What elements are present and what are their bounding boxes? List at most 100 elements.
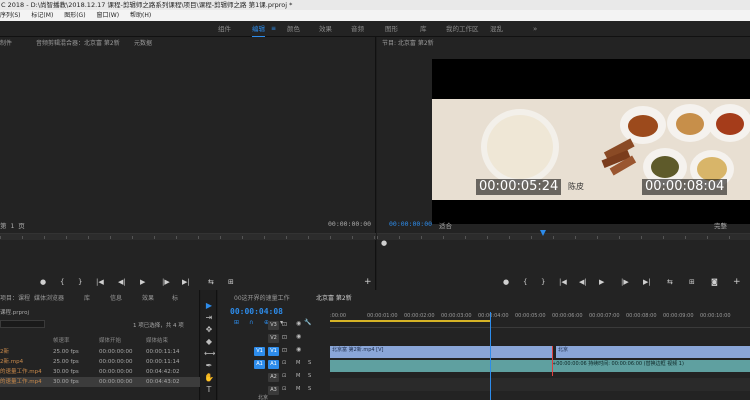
workspace-menu-icon[interactable]: ≡ bbox=[271, 21, 276, 37]
tab-metadata[interactable]: 元数据 bbox=[134, 37, 152, 51]
track-mute-button[interactable]: M bbox=[296, 386, 300, 392]
a2-track-lane[interactable] bbox=[330, 378, 750, 391]
export-frame-icon-program[interactable]: ◙ bbox=[711, 276, 718, 288]
track-lock-icon[interactable]: ⊡ bbox=[282, 321, 287, 328]
slip-tool-icon[interactable]: ⟷ bbox=[204, 349, 215, 359]
program-scrubber[interactable] bbox=[377, 233, 750, 240]
workspace-overflow-icon[interactable]: » bbox=[533, 21, 537, 37]
mark-in-icon-program[interactable]: { bbox=[523, 276, 527, 288]
workspace-effects[interactable]: 效果 bbox=[319, 21, 332, 37]
project-row[interactable]: 的速量工作.mp4 30.00 fps 00:00:00:00 00:04:43:02 bbox=[0, 377, 200, 387]
step-forward-icon-source[interactable]: |▶ bbox=[162, 276, 170, 288]
track-target-v3[interactable]: V3 bbox=[268, 321, 279, 330]
track-lock-icon[interactable]: ⊡ bbox=[282, 347, 287, 354]
play-icon-source[interactable]: ▶ bbox=[140, 276, 145, 288]
track-target-a3[interactable]: A3 bbox=[268, 386, 279, 395]
workspace-assembly[interactable]: 组件 bbox=[218, 21, 231, 37]
track-lock-icon[interactable]: ⊡ bbox=[282, 360, 286, 366]
menu-marker[interactable]: 标记(M) bbox=[31, 10, 53, 21]
tab-project[interactable]: 项目：课程 bbox=[0, 292, 30, 306]
playhead-line[interactable] bbox=[490, 312, 491, 400]
track-eye-icon[interactable]: ◉ bbox=[296, 346, 301, 353]
menu-sequence[interactable]: 序列(S) bbox=[0, 10, 21, 21]
menu-graphics[interactable]: 图形(G) bbox=[64, 10, 85, 21]
pen-tool-icon[interactable]: ✒ bbox=[204, 361, 214, 371]
overwrite-icon-source[interactable]: ⊞ bbox=[228, 276, 234, 288]
play-icon-program[interactable]: ▶ bbox=[599, 276, 604, 288]
ripple-edit-tool-icon[interactable]: ✥ bbox=[204, 325, 214, 335]
razor-tool-icon[interactable]: ◆ bbox=[204, 337, 214, 347]
tab-info[interactable]: 信息 bbox=[110, 292, 122, 306]
video-clip-left[interactable]: 北京富 第2新.mp4 [V] bbox=[330, 346, 552, 358]
tab-sequence-1[interactable]: 00这开界的速量工作 bbox=[234, 292, 290, 306]
workspace-editing[interactable]: 编辑 bbox=[252, 21, 265, 37]
track-select-tool-icon[interactable]: ⇥ bbox=[204, 313, 214, 323]
track-target-a1[interactable]: A1 bbox=[268, 360, 279, 369]
track-solo-button[interactable]: S bbox=[308, 386, 311, 392]
menu-help[interactable]: 帮助(H) bbox=[130, 10, 151, 21]
go-to-in-icon-program[interactable]: |◀ bbox=[559, 276, 567, 288]
video-clip-right[interactable]: 北京 bbox=[556, 346, 750, 358]
source-fit-label[interactable]: 第 1 页 bbox=[0, 220, 25, 230]
track-solo-button[interactable]: S bbox=[308, 360, 311, 366]
tab-markers[interactable]: 标 bbox=[172, 292, 178, 306]
track-eye-icon[interactable]: ◉ bbox=[296, 333, 301, 340]
go-to-out-icon-program[interactable]: ▶| bbox=[643, 276, 651, 288]
workspace-misc[interactable]: 混乱 bbox=[490, 21, 503, 37]
work-area-bar[interactable] bbox=[330, 320, 490, 322]
mark-out-icon-program[interactable]: } bbox=[541, 276, 545, 288]
selection-tool-icon[interactable]: ▶ bbox=[204, 301, 214, 311]
timeline-current-tc[interactable]: 00:00:04:08 bbox=[230, 307, 283, 316]
track-mute-button[interactable]: M bbox=[296, 360, 300, 366]
audio-clip[interactable]: +00:00:00:06 持续时间: 00:00:06:00 (替换边框 视频 … bbox=[330, 360, 750, 372]
hand-tool-icon[interactable]: ✋ bbox=[204, 373, 214, 383]
mark-in-icon-source[interactable]: { bbox=[60, 276, 64, 288]
program-fit-dropdown[interactable]: 适合 bbox=[439, 220, 452, 230]
tab-sequence-2[interactable]: 北京富 第2新 bbox=[316, 292, 352, 306]
source-patch-a1[interactable]: A1 bbox=[254, 360, 265, 369]
insert-icon-program[interactable]: ⇆ bbox=[667, 276, 673, 288]
marker-icon-program[interactable]: ● bbox=[503, 276, 509, 288]
source-scrubber[interactable] bbox=[0, 233, 376, 240]
step-back-icon-program[interactable]: ◀| bbox=[579, 276, 587, 288]
project-search-input[interactable] bbox=[0, 320, 45, 328]
tab-program[interactable]: 节目: 北京富 第2新 bbox=[382, 37, 434, 51]
source-patch-v1[interactable]: V1 bbox=[254, 347, 265, 356]
track-lock-icon[interactable]: ⊡ bbox=[282, 386, 286, 392]
col-media-end[interactable]: 媒体结束 bbox=[146, 336, 168, 346]
workspace-graphics[interactable]: 图形 bbox=[385, 21, 398, 37]
mark-out-icon-source[interactable]: } bbox=[78, 276, 82, 288]
col-media-start[interactable]: 媒体开始 bbox=[99, 336, 121, 346]
type-tool-icon[interactable]: T bbox=[204, 385, 214, 395]
tab-media-browser[interactable]: 媒体浏览器 bbox=[34, 292, 64, 306]
tab-effect-controls[interactable]: 制件 bbox=[0, 37, 12, 51]
workspace-custom[interactable]: 我的工作区 bbox=[446, 21, 479, 37]
step-forward-icon-program[interactable]: |▶ bbox=[621, 276, 629, 288]
insert-icon-source[interactable]: ⇆ bbox=[208, 276, 214, 288]
source-add-button-icon[interactable]: + bbox=[364, 277, 372, 287]
project-row[interactable]: 2新 25.00 fps 00:00:00:00 00:00:11:14 bbox=[0, 347, 200, 357]
go-to-in-icon-source[interactable]: |◀ bbox=[96, 276, 104, 288]
track-mute-button[interactable]: M bbox=[296, 373, 300, 379]
col-frame-rate[interactable]: 帧速率 bbox=[53, 336, 70, 346]
track-target-v1[interactable]: V1 bbox=[268, 347, 279, 356]
marker-icon-source[interactable]: ● bbox=[40, 276, 46, 288]
track-lock-icon[interactable]: ⊡ bbox=[282, 334, 287, 341]
go-to-out-icon-source[interactable]: ▶| bbox=[182, 276, 190, 288]
program-add-button-icon[interactable]: + bbox=[733, 276, 741, 288]
workspace-color[interactable]: 颜色 bbox=[287, 21, 300, 37]
track-target-v2[interactable]: V2 bbox=[268, 334, 279, 343]
overwrite-icon-program[interactable]: ⊞ bbox=[689, 276, 695, 288]
workspace-libraries[interactable]: 库 bbox=[420, 21, 427, 37]
track-eye-icon[interactable]: ◉ bbox=[296, 320, 301, 327]
tab-effects[interactable]: 效果 bbox=[142, 292, 154, 306]
project-row[interactable]: 2新.mp4 25.00 fps 00:00:00:00 00:00:11:14 bbox=[0, 357, 200, 367]
program-current-tc[interactable]: 00:00:00:00 bbox=[389, 220, 432, 228]
menu-window[interactable]: 窗口(W) bbox=[96, 10, 119, 21]
step-back-icon-source[interactable]: ◀| bbox=[118, 276, 126, 288]
workspace-audio[interactable]: 音频 bbox=[351, 21, 364, 37]
tab-audio-mixer[interactable]: 音频剪辑混合器：北京富 第2新 bbox=[36, 37, 120, 51]
tab-libraries[interactable]: 库 bbox=[84, 292, 90, 306]
track-lock-icon[interactable]: ⊡ bbox=[282, 373, 286, 379]
track-solo-button[interactable]: S bbox=[308, 373, 311, 379]
